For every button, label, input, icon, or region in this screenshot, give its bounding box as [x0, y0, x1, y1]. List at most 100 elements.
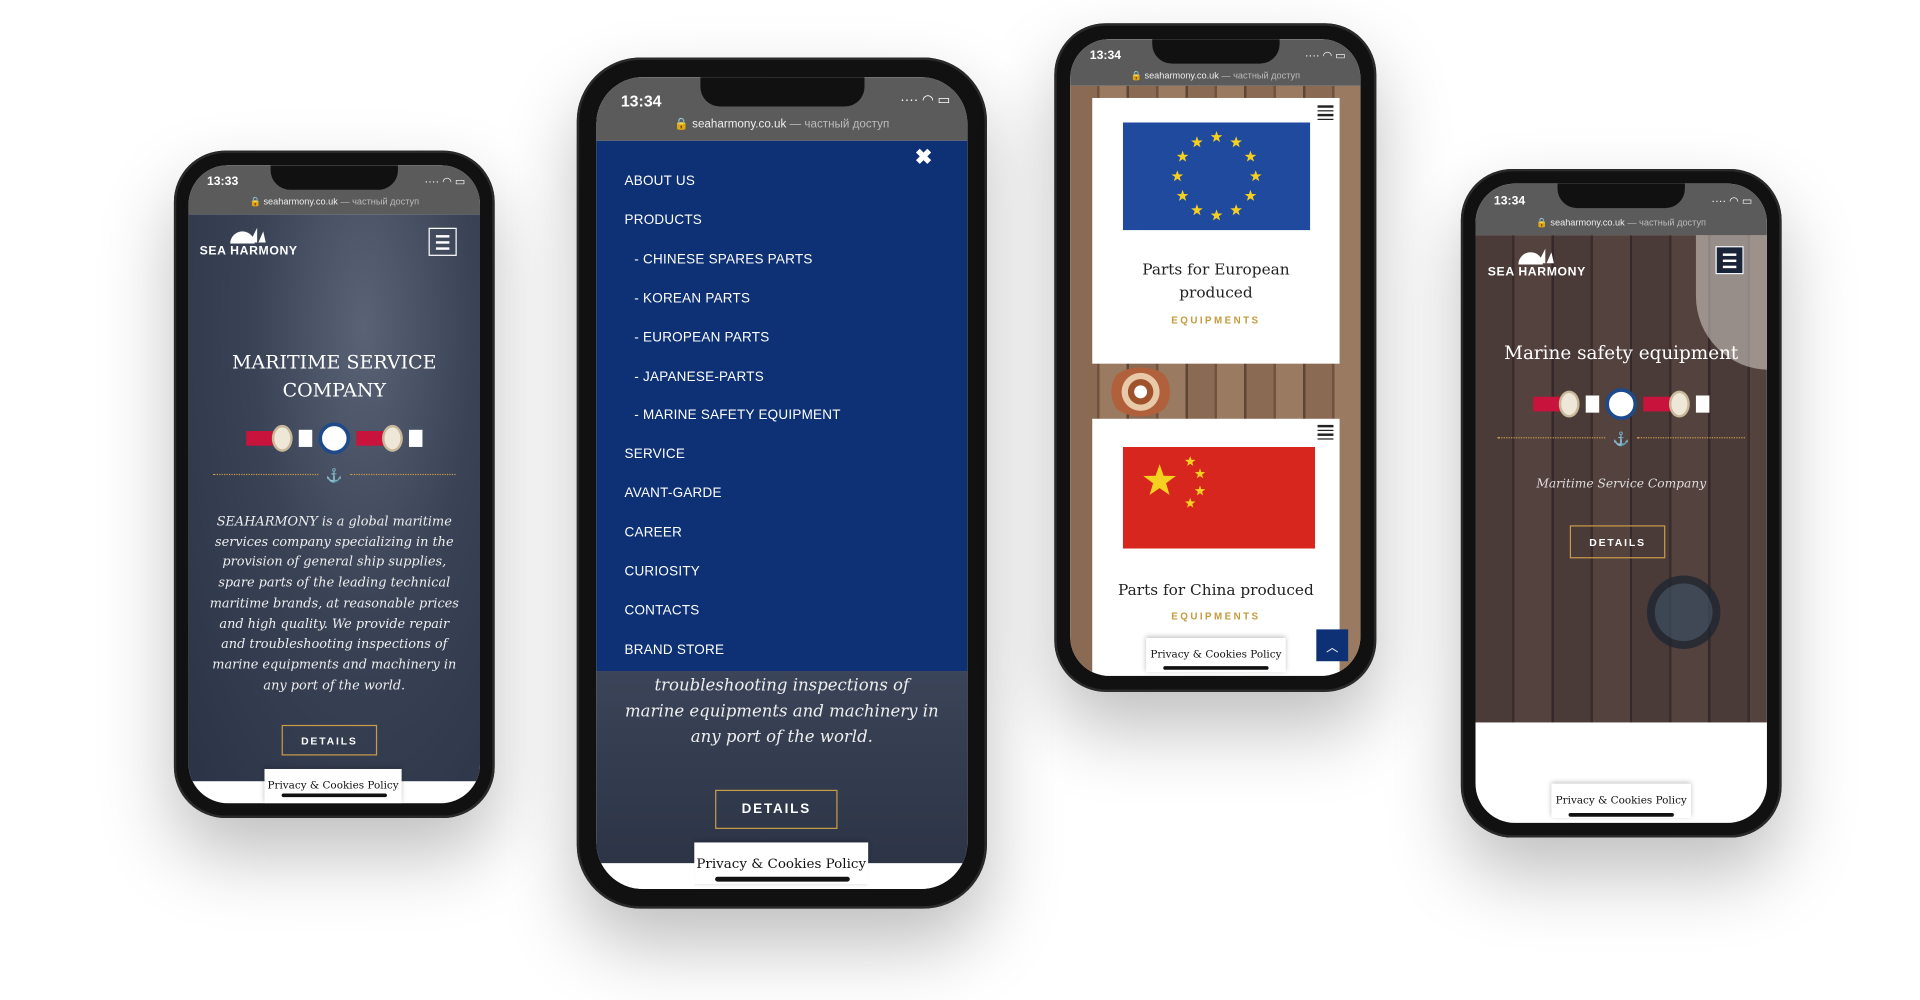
- wifi-battery-icon: ···· ◠ ▭: [1711, 194, 1753, 207]
- hamburger-menu-button[interactable]: [1715, 246, 1744, 275]
- menu-item[interactable]: CONTACTS: [624, 604, 699, 619]
- anchor-icon: ⚓: [1612, 431, 1630, 447]
- url-bar[interactable]: 🔒 seaharmony.co.uk — частный доступ: [1070, 70, 1360, 81]
- details-button[interactable]: DETAILS: [715, 789, 838, 829]
- phone-menu: 13:34 ···· ◠ ▭ 🔒 seaharmony.co.uk — част…: [576, 57, 987, 909]
- details-button[interactable]: DETAILS: [1569, 525, 1666, 559]
- card-title: Parts for China produced: [1118, 580, 1314, 599]
- home-indicator: [1568, 813, 1674, 817]
- seashell-image: [1106, 367, 1175, 417]
- browser-bar: 13:34 ···· ◠ ▭ 🔒 seaharmony.co.uk — част…: [1070, 39, 1361, 86]
- url-suffix: — частный доступ: [1218, 69, 1301, 81]
- menu-item[interactable]: - EUROPEAN PARTS: [634, 330, 769, 345]
- wifi-battery-icon: ···· ◠ ▭: [424, 175, 466, 188]
- page-footer: [868, 863, 968, 889]
- bureau-veritas-iso9001-badge: [246, 424, 313, 452]
- notch: [1557, 183, 1685, 209]
- menu-item[interactable]: CURIOSITY: [624, 564, 700, 579]
- phone-screen: 13:33 ···· ◠ ▭ 🔒 seaharmony.co.uk — част…: [188, 165, 481, 804]
- menu-item[interactable]: CAREER: [624, 525, 682, 540]
- home-indicator: [1162, 666, 1268, 670]
- logo-text: SEA HARMONY: [1487, 265, 1586, 280]
- phone-screen: 13:34 ···· ◠ ▭ 🔒 seaharmony.co.uk — част…: [1475, 183, 1767, 823]
- url-host: seaharmony.co.uk: [1550, 216, 1625, 228]
- hamburger-menu-button[interactable]: [1317, 424, 1334, 440]
- bureau-veritas-iso14001-badge: [356, 424, 423, 452]
- hero-title: Marine safety equipment: [1504, 341, 1739, 364]
- hamburger-menu-button[interactable]: [1317, 105, 1334, 121]
- logo-text: SEA HARMONY: [199, 244, 298, 259]
- browser-bar: 13:33 ···· ◠ ▭ 🔒 seaharmony.co.uk — част…: [188, 165, 481, 215]
- bureau-veritas-iso14001-badge: [1643, 390, 1710, 418]
- certification-badges: [1476, 388, 1767, 421]
- status-time: 13:34: [620, 91, 662, 111]
- navigation-menu: ✖ ABOUT US PRODUCTS - CHINESE SPARES PARTS…: [596, 140, 968, 672]
- menu-item[interactable]: ABOUT US: [624, 174, 695, 189]
- card-category: EQUIPMENTS: [1171, 314, 1261, 326]
- browser-bar: 13:34 ···· ◠ ▭ 🔒 seaharmony.co.uk — част…: [1475, 183, 1767, 236]
- anchor-icon: ⚓: [325, 468, 343, 484]
- chevron-up-icon[interactable]: ︿: [1316, 629, 1349, 662]
- certification-badges: [189, 422, 480, 455]
- wifi-battery-icon: ···· ◠ ▭: [1304, 48, 1346, 62]
- abs-badge: [318, 422, 351, 455]
- sea-harmony-logo[interactable]: SEA HARMONY: [199, 227, 298, 259]
- details-button[interactable]: DETAILS: [281, 724, 378, 756]
- phone-products: 13:34 ···· ◠ ▭ 🔒 seaharmony.co.uk — част…: [1054, 23, 1377, 692]
- menu-item[interactable]: - CHINESE SPARES PARTS: [634, 252, 812, 267]
- wifi-battery-icon: ···· ◠ ▭: [900, 93, 951, 108]
- intro-paragraph: SEAHARMONY is a global maritime services…: [209, 514, 459, 693]
- menu-item[interactable]: AVANT-GARDE: [624, 486, 721, 501]
- eu-flag-image: [1122, 122, 1311, 231]
- card-category: EQUIPMENTS: [1171, 611, 1261, 623]
- url-bar[interactable]: 🔒 seaharmony.co.uk — частный доступ: [596, 118, 967, 131]
- sailboat-logo-icon: [228, 227, 270, 244]
- bureau-veritas-iso9001-badge: [1533, 390, 1600, 418]
- privacy-cookies-policy-link[interactable]: Privacy & Cookies Policy: [264, 768, 402, 804]
- menu-item[interactable]: SERVICE: [624, 447, 685, 462]
- url-host: seaharmony.co.uk: [692, 117, 787, 132]
- url-bar[interactable]: 🔒 seaharmony.co.uk — частный доступ: [1476, 217, 1767, 228]
- mockup-stage: 13:33 ···· ◠ ▭ 🔒 seaharmony.co.uk — част…: [0, 0, 1920, 1000]
- url-bar[interactable]: 🔒 seaharmony.co.uk — частный доступ: [189, 196, 480, 207]
- status-time: 13:34: [1089, 48, 1122, 63]
- phone-screen: 13:34 ···· ◠ ▭ 🔒 seaharmony.co.uk — част…: [596, 77, 968, 889]
- abs-badge: [1605, 388, 1638, 421]
- anchor-divider: ⚓: [213, 468, 456, 484]
- hero-subtitle: Maritime Service Company: [1536, 477, 1707, 492]
- china-flag-image: [1122, 446, 1316, 549]
- menu-item[interactable]: - MARINE SAFETY EQUIPMENT: [634, 408, 840, 423]
- anchor-divider: ⚓: [1497, 431, 1745, 447]
- card-title: Parts for European produced: [1142, 259, 1290, 302]
- home-indicator: [281, 793, 387, 798]
- hamburger-menu-button[interactable]: [428, 227, 457, 256]
- url-host: seaharmony.co.uk: [1144, 69, 1219, 81]
- menu-item[interactable]: - JAPANESE-PARTS: [634, 369, 764, 384]
- menu-item[interactable]: - KOREAN PARTS: [634, 291, 750, 306]
- phone-marine-safety: 13:34 ···· ◠ ▭ 🔒 seaharmony.co.uk — част…: [1460, 168, 1782, 838]
- sailboat-logo-icon: [1516, 247, 1558, 265]
- intro-paragraph-tail: troubleshooting inspections of marine eq…: [624, 675, 939, 747]
- url-suffix: — частный доступ: [1624, 216, 1707, 228]
- hero-background: [188, 214, 481, 782]
- url-host: seaharmony.co.uk: [263, 195, 338, 207]
- notch: [699, 77, 864, 107]
- menu-item[interactable]: PRODUCTS: [624, 213, 702, 228]
- phone-screen: 13:34 ···· ◠ ▭ 🔒 seaharmony.co.uk — част…: [1070, 39, 1361, 676]
- status-time: 13:33: [206, 175, 239, 189]
- home-indicator: [714, 876, 850, 882]
- browser-bar: 13:34 ···· ◠ ▭ 🔒 seaharmony.co.uk — част…: [596, 77, 968, 141]
- notch: [1151, 39, 1279, 64]
- notch: [270, 165, 398, 190]
- phone-home: 13:33 ···· ◠ ▭ 🔒 seaharmony.co.uk — част…: [173, 150, 495, 818]
- close-icon[interactable]: ✖: [915, 146, 932, 170]
- page-footer: [596, 863, 695, 889]
- url-suffix: — частный доступ: [337, 195, 420, 207]
- product-card-european[interactable]: Parts for European produced EQUIPMENTS: [1092, 97, 1340, 364]
- status-time: 13:34: [1493, 194, 1526, 209]
- sea-harmony-logo[interactable]: SEA HARMONY: [1488, 247, 1586, 279]
- hero-title: MARITIME SERVICE COMPANY: [232, 351, 437, 402]
- menu-item[interactable]: BRAND STORE: [624, 643, 724, 658]
- url-suffix: — частный доступ: [786, 117, 890, 132]
- compass-image: [1646, 575, 1721, 649]
